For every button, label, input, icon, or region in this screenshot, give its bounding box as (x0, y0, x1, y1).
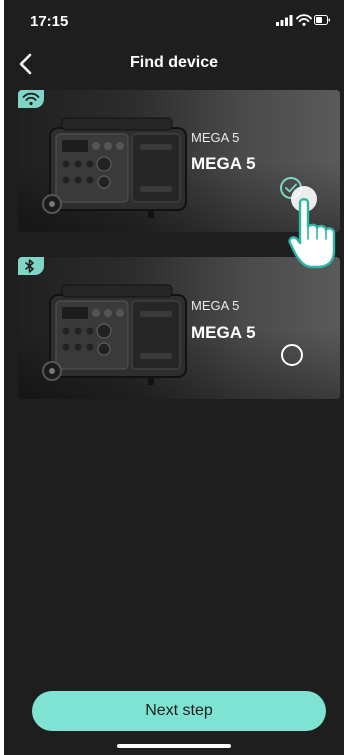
status-bar: 17:15 (4, 0, 344, 40)
status-icons (276, 14, 330, 28)
app-screen: 17:15 Find device MEGA 5 MEGA 5 MEGA 5 M… (4, 0, 344, 755)
device-model: MEGA 5 (191, 298, 240, 313)
power-station-image (42, 117, 187, 218)
battery-icon (314, 15, 330, 25)
device-card-bluetooth[interactable]: MEGA 5 MEGA 5 (18, 257, 340, 399)
page-title: Find device (129, 54, 219, 71)
device-name: MEGA 5 (191, 323, 256, 342)
device-select-radio[interactable] (281, 344, 303, 366)
signal-icon (276, 15, 293, 26)
home-indicator (117, 744, 231, 748)
device-name: MEGA 5 (191, 154, 256, 173)
power-station-image (42, 284, 187, 385)
status-time: 17:15 (30, 13, 69, 30)
next-step-button[interactable]: Next step (32, 691, 326, 731)
wifi-icon (296, 14, 312, 26)
hand-pointer-icon (288, 186, 336, 269)
nav-bar: Find device (4, 44, 344, 84)
device-model: MEGA 5 (191, 130, 240, 145)
